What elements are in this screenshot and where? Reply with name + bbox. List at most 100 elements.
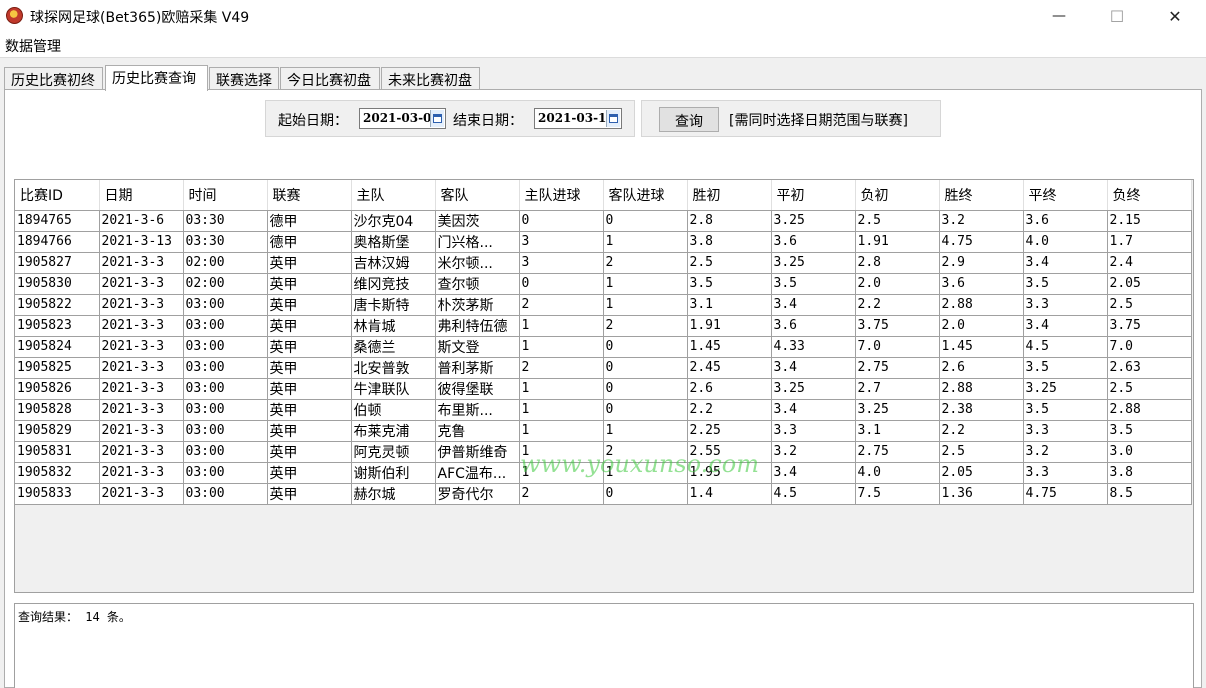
column-header[interactable]: 客队进球	[603, 180, 688, 211]
table-row[interactable]: 1905833 2021-3-3 03:00 英甲 赫尔城 罗奇代尔 2 0 1.4 4.5 7.5…	[15, 483, 1192, 505]
table-cell: 03:00	[183, 315, 268, 337]
table-cell: 2.88	[939, 294, 1024, 316]
table-cell: 2	[603, 252, 688, 274]
minimize-button[interactable]: —	[1036, 0, 1082, 32]
table-cell: 北安普敦	[351, 357, 436, 379]
table-cell: 2021-3-3	[99, 357, 184, 379]
table-cell: 1	[519, 441, 604, 463]
column-header[interactable]: 负初	[855, 180, 940, 211]
tab-history-init-final[interactable]: 历史比赛初终	[4, 67, 103, 89]
app-logo-icon	[6, 7, 23, 24]
end-calendar-button[interactable]	[606, 110, 620, 127]
table-cell: 英甲	[267, 378, 352, 400]
table-cell: 1	[603, 273, 688, 295]
column-header[interactable]: 胜初	[687, 180, 772, 211]
table-cell: 1	[519, 462, 604, 484]
table-cell: 2.88	[1107, 399, 1192, 421]
table-cell: 1905831	[15, 441, 100, 463]
table-cell: 米尔顿...	[435, 252, 520, 274]
table-cell: 4.33	[771, 336, 856, 358]
column-header[interactable]: 日期	[99, 180, 184, 211]
table-cell: 1905826	[15, 378, 100, 400]
table-row[interactable]: 1905829 2021-3-3 03:00 英甲 布莱克浦 克鲁 1 1 2.25 3.3 3.1…	[15, 420, 1192, 442]
table-cell: 英甲	[267, 441, 352, 463]
table-row[interactable]: 1905828 2021-3-3 03:00 英甲 伯顿 布里斯... 1 0 2.2 3.4 3.…	[15, 399, 1192, 421]
table-cell: 英甲	[267, 273, 352, 295]
menu-data-management[interactable]: 数据管理	[5, 36, 61, 56]
table-cell: 2.5	[855, 210, 940, 232]
table-row[interactable]: 1905832 2021-3-3 03:00 英甲 谢斯伯利 AFC温布... 1 1 1.95…	[15, 462, 1192, 484]
start-date-value: 2021-03-01	[363, 111, 440, 125]
table-cell: 2021-3-13	[99, 231, 184, 253]
column-header[interactable]: 比赛ID	[15, 180, 100, 211]
close-button[interactable]: ✕	[1152, 0, 1198, 32]
column-header[interactable]: 主队进球	[519, 180, 604, 211]
table-row[interactable]: 1894765 2021-3-6 03:30 德甲 沙尔克04 美因茨 0 0 2.8 3.25 2…	[15, 210, 1192, 232]
table-row[interactable]: 1894766 2021-3-13 03:30 德甲 奥格斯堡 门兴格... 3 1 3.8 3.…	[15, 231, 1192, 253]
query-button[interactable]: 查询	[659, 107, 719, 132]
table-cell: 2	[519, 357, 604, 379]
table-cell: 03:00	[183, 357, 268, 379]
table-row[interactable]: 1905824 2021-3-3 03:00 英甲 桑德兰 斯文登 1 0 1.45 4.33 7.…	[15, 336, 1192, 358]
maximize-button[interactable]: ☐	[1094, 0, 1140, 32]
column-header[interactable]: 负终	[1107, 180, 1192, 211]
result-text: 查询结果： 14 条。	[18, 610, 131, 624]
table-cell: 3.4	[771, 462, 856, 484]
table-row[interactable]: 1905830 2021-3-3 02:00 英甲 维冈竞技 查尔顿 0 1 3.5 3.5 2.0…	[15, 273, 1192, 295]
match-grid[interactable]: 比赛ID 日期 时间 联赛 主队 客队 主队进球 客队进球 胜初 平初 负初 胜终 平终 负终 18947…	[14, 179, 1194, 593]
table-cell: 英甲	[267, 399, 352, 421]
column-header[interactable]: 时间	[183, 180, 268, 211]
column-header[interactable]: 联赛	[267, 180, 352, 211]
table-cell: 0	[519, 210, 604, 232]
table-cell: 2.5	[1107, 294, 1192, 316]
table-row[interactable]: 1905831 2021-3-3 03:00 英甲 阿克灵顿 伊普斯维奇 1 2 2.55 3.2…	[15, 441, 1192, 463]
table-row[interactable]: 1905827 2021-3-3 02:00 英甲 吉林汉姆 米尔顿... 3 2 2.5 3.2…	[15, 252, 1192, 274]
query-group: 查询 [需同时选择日期范围与联赛]	[641, 100, 941, 137]
tab-league-select[interactable]: 联赛选择	[209, 67, 279, 89]
table-cell: 3.75	[855, 315, 940, 337]
column-header[interactable]: 客队	[435, 180, 520, 211]
result-textbox[interactable]: 查询结果： 14 条。	[14, 603, 1194, 688]
table-row[interactable]: 1905822 2021-3-3 03:00 英甲 唐卡斯特 朴茨茅斯 2 1 3.1 3.4 2.…	[15, 294, 1192, 316]
table-cell: 2021-3-3	[99, 273, 184, 295]
tab-history-query[interactable]: 历史比赛查询	[105, 65, 208, 91]
table-cell: 4.75	[1023, 483, 1108, 505]
tab-future-init[interactable]: 未来比赛初盘	[381, 67, 480, 89]
table-cell: 2.38	[939, 399, 1024, 421]
table-cell: 2	[603, 441, 688, 463]
column-header[interactable]: 平初	[771, 180, 856, 211]
table-cell: 2021-3-3	[99, 483, 184, 505]
table-row[interactable]: 1905825 2021-3-3 03:00 英甲 北安普敦 普利茅斯 2 0 2.45 3.4 2…	[15, 357, 1192, 379]
table-cell: 2.9	[939, 252, 1024, 274]
table-cell: 2.75	[855, 441, 940, 463]
table-cell: 2021-3-3	[99, 441, 184, 463]
table-cell: 3.75	[1107, 315, 1192, 337]
table-cell: 1905830	[15, 273, 100, 295]
table-cell: 1.7	[1107, 231, 1192, 253]
minimize-icon: —	[1052, 8, 1066, 24]
table-cell: 1905833	[15, 483, 100, 505]
table-cell: 英甲	[267, 420, 352, 442]
table-cell: 3.6	[939, 273, 1024, 295]
table-row[interactable]: 1905826 2021-3-3 03:00 英甲 牛津联队 彼得堡联 1 0 2.6 3.25 2…	[15, 378, 1192, 400]
column-header[interactable]: 胜终	[939, 180, 1024, 211]
table-cell: 1905825	[15, 357, 100, 379]
table-cell: 布莱克浦	[351, 420, 436, 442]
table-cell: 2.6	[687, 378, 772, 400]
end-date-picker[interactable]: 2021-03-17	[534, 108, 622, 129]
start-calendar-button[interactable]	[430, 110, 444, 127]
table-cell: 3	[519, 252, 604, 274]
column-header[interactable]: 主队	[351, 180, 436, 211]
end-date-label: 结束日期：	[453, 113, 523, 129]
table-cell: 2.8	[855, 252, 940, 274]
column-header[interactable]: 平终	[1023, 180, 1108, 211]
table-cell: 2021-3-3	[99, 252, 184, 274]
table-cell: 赫尔城	[351, 483, 436, 505]
table-cell: 2.6	[939, 357, 1024, 379]
start-date-picker[interactable]: 2021-03-01	[359, 108, 446, 129]
table-cell: 7.0	[1107, 336, 1192, 358]
table-cell: 2.55	[687, 441, 772, 463]
table-cell: AFC温布...	[435, 462, 520, 484]
tab-today-init[interactable]: 今日比赛初盘	[280, 67, 380, 89]
table-row[interactable]: 1905823 2021-3-3 03:00 英甲 林肯城 弗利特伍德 1 2 1.91 3.6 3…	[15, 315, 1192, 337]
